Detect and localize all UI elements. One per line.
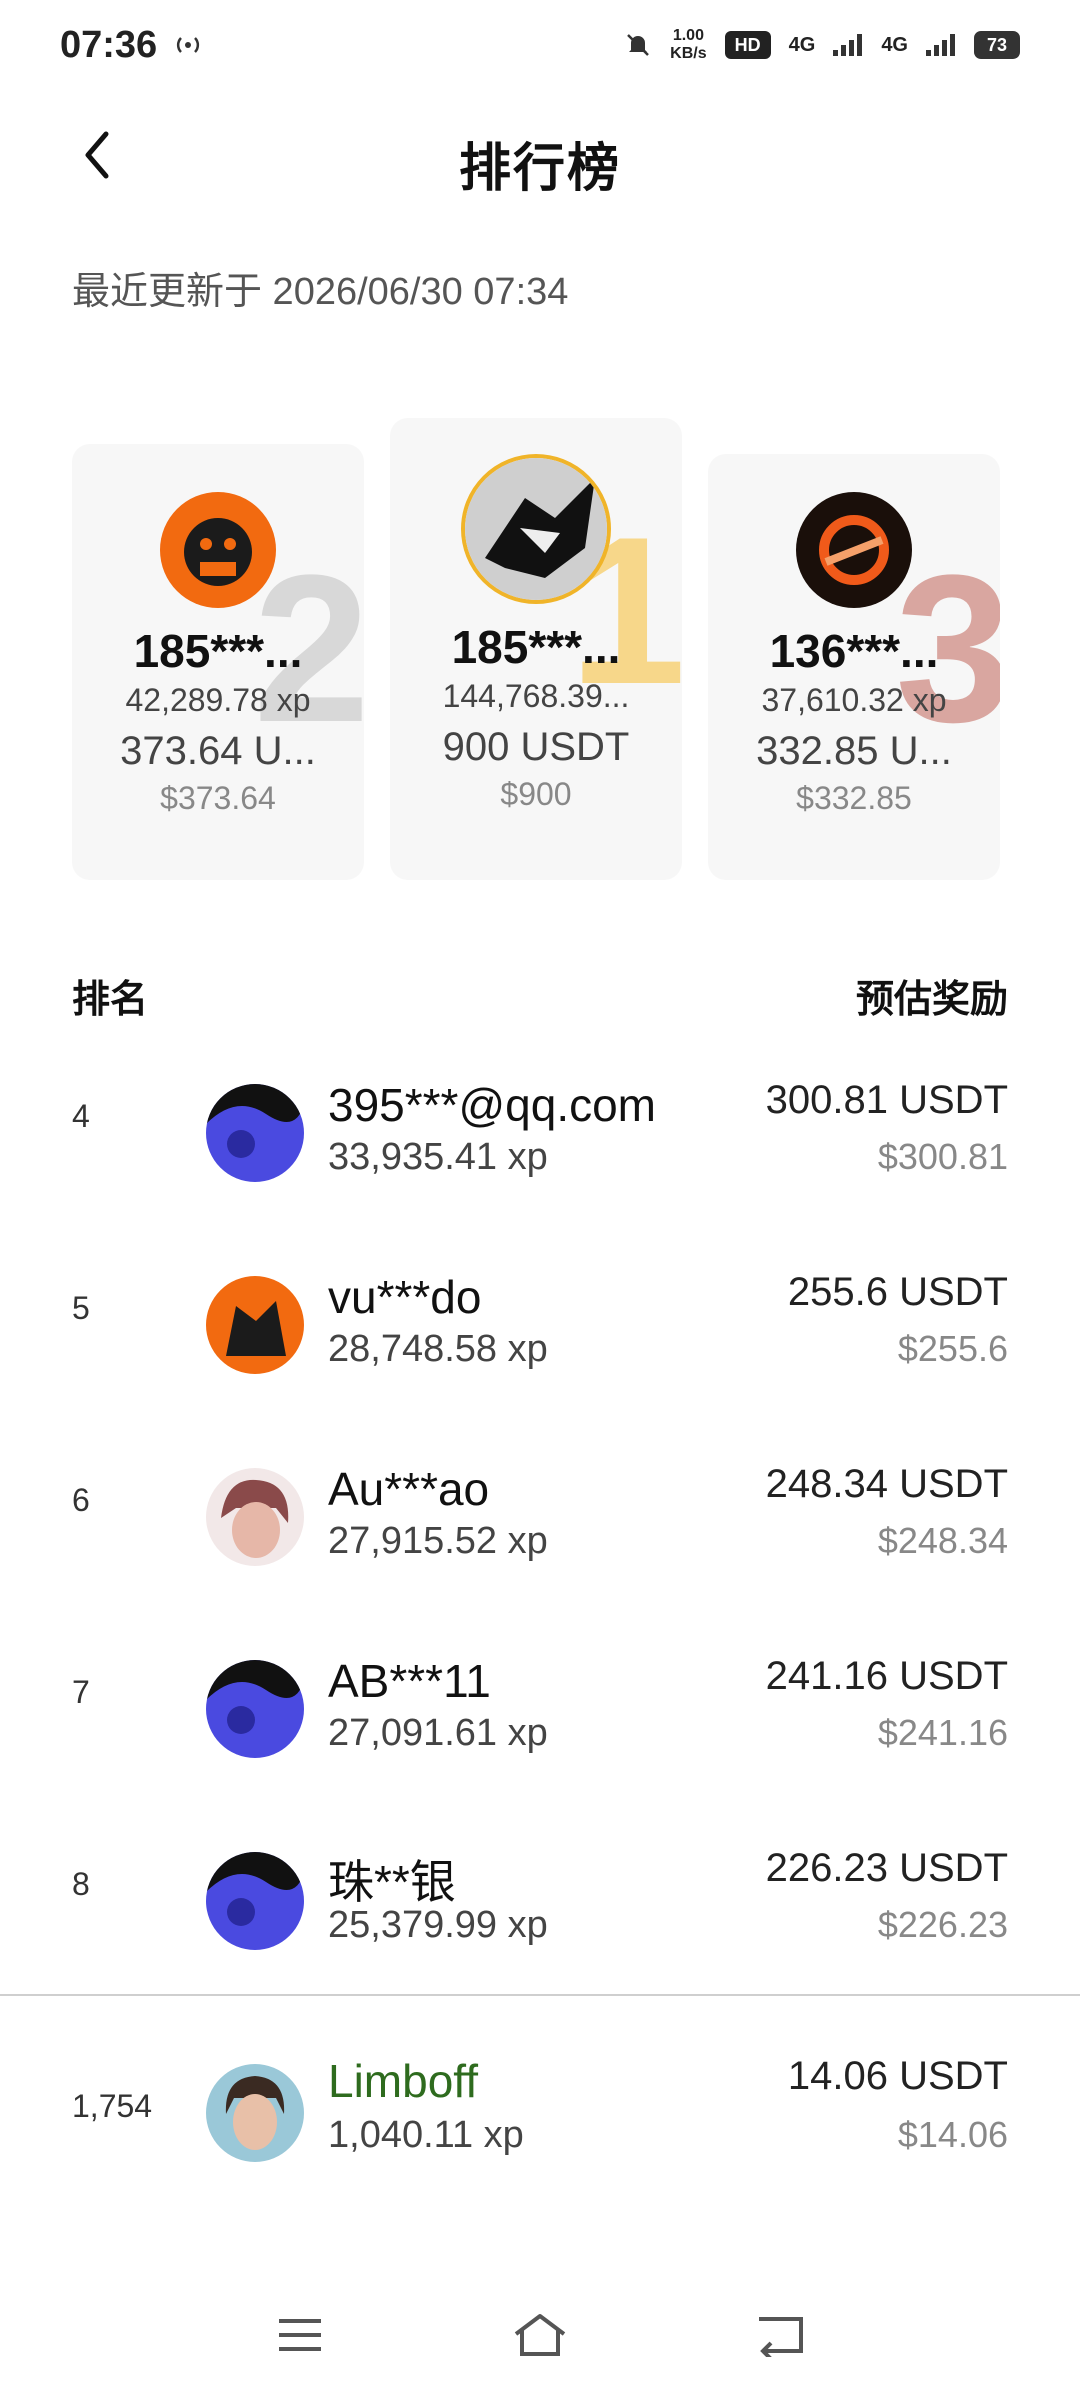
menu-icon [279,2319,321,2351]
user-xp: 1,040.11 xp [328,2114,524,2156]
user-xp: 27,091.61 xp [328,1712,548,1754]
user-reward-usd: $255.6 [897,1328,1008,1369]
user-reward-usd: $226.23 [877,1904,1008,1945]
page-title: 排行榜 [458,140,621,198]
user-name: 395***@qq.com [328,1079,656,1131]
rank-number: 1,754 [72,2088,153,2124]
user-reward: 248.34 USDT [765,1462,1008,1506]
user-xp: 27,915.52 xp [328,1520,548,1562]
header: 排行榜 [0,100,1080,210]
network-speed-value: 1.00 [672,27,704,44]
podium-reward: 332.85 U... [756,729,952,773]
user-reward-usd: $241.16 [877,1712,1008,1753]
home-button[interactable] [510,2305,570,2365]
podium-name: 185***... [451,621,621,673]
rank-number: 4 [72,1098,90,1134]
list-header: 排名 预估奖励 [72,968,1008,1023]
podium-usd: $332.85 [796,780,912,816]
user-reward-usd: $14.06 [897,2114,1008,2155]
podium-reward: 373.64 U... [120,729,316,773]
user-reward: 14.06 USDT [787,2054,1008,2098]
hotspot-icon [177,37,200,53]
battery-icon: 73 [974,31,1020,59]
podium-card-rank-3[interactable]: 3 136***... 37,610.32 xp 332.85 U... $33… [708,454,1000,880]
list-item[interactable]: 6 Au***ao 27,915.52 xp 248.34 USDT $248.… [0,1422,1080,1614]
avatar [206,1468,304,1566]
user-xp: 28,748.58 xp [328,1328,548,1370]
current-user-row[interactable]: 1,754 Limboff 1,040.11 xp 14.06 USDT $14… [0,2014,1080,2206]
status-bar: 07:36 1.00 KB/s HD 4G 4G 73 [0,0,1080,90]
status-time: 07:36 [60,23,158,66]
podium-xp: 144,768.39... [442,678,630,714]
avatar [206,1660,304,1758]
user-reward: 300.81 USDT [765,1078,1008,1122]
podium-usd: $900 [500,776,572,812]
podium-name: 136***... [769,625,939,677]
podium-xp: 42,289.78 xp [125,682,311,718]
signal-icon-2 [926,34,955,56]
reward-column-header: 预估奖励 [855,979,1008,1021]
user-name: Au***ao [328,1463,490,1515]
rank-number: 7 [72,1674,90,1710]
list-item[interactable]: 8 珠**银 25,379.99 xp 226.23 USDT $226.23 [0,1806,1080,1998]
podium-usd: $373.64 [160,780,276,816]
podium-card-rank-1[interactable]: 1 185***... 144,768.39... 900 USDT $900 [390,418,682,880]
rank-number: 5 [72,1290,90,1326]
user-name: AB***11 [328,1655,491,1707]
user-reward: 226.23 USDT [765,1846,1008,1890]
rank-number: 6 [72,1482,90,1518]
signal-icon [833,34,863,56]
user-xp: 33,935.41 xp [328,1136,548,1178]
list-item[interactable]: 7 AB***11 27,091.61 xp 241.16 USDT $241.… [0,1614,1080,1806]
mute-bell-icon [627,34,650,56]
avatar [206,1276,304,1374]
network-speed-unit: KB/s [670,45,707,62]
back-nav-button[interactable] [750,2305,810,2365]
podium-reward: 900 USDT [442,725,630,769]
last-updated-text: 最近更新于 2026/06/30 07:34 [72,271,569,313]
user-reward-usd: $248.34 [877,1520,1008,1561]
user-reward: 241.16 USDT [765,1654,1008,1698]
user-xp: 25,379.99 xp [328,1904,548,1946]
rank-number: 8 [72,1866,90,1902]
return-icon [759,2317,803,2357]
user-reward-usd: $300.81 [877,1136,1008,1177]
list-item[interactable]: 5 vu***do 28,748.58 xp 255.6 USDT $255.6 [0,1230,1080,1422]
avatar [206,1852,304,1950]
user-reward: 255.6 USDT [787,1270,1008,1314]
user-name: Limboff [328,2055,479,2107]
list-item[interactable]: 4 395***@qq.com 33,935.41 xp 300.81 USDT… [0,1038,1080,1230]
user-name: 珠**银 [328,1856,456,1908]
network-type-2: 4G [881,33,908,56]
avatar [461,454,611,604]
status-left: 07:36 [60,24,203,67]
podium-card-rank-2[interactable]: 2 185***... 42,289.78 xp 373.64 U... $37… [72,444,364,880]
avatar [796,492,912,608]
status-right: 1.00 KB/s HD 4G 4G 73 [624,27,1020,63]
avatar [160,492,276,608]
network-type-1: 4G [788,33,816,56]
system-nav-bar [0,2290,1080,2380]
network-speed: 1.00 KB/s [670,27,706,63]
podium-name: 185***... [133,625,303,677]
podium-xp: 37,610.32 xp [761,682,947,718]
divider [0,1994,1080,1996]
menu-button[interactable] [270,2305,330,2365]
rank-column-header: 排名 [72,979,149,1021]
user-name: vu***do [328,1271,482,1323]
avatar [206,1084,304,1182]
avatar [206,2064,304,2162]
hd-badge: HD [724,31,771,59]
home-icon [514,2314,566,2356]
